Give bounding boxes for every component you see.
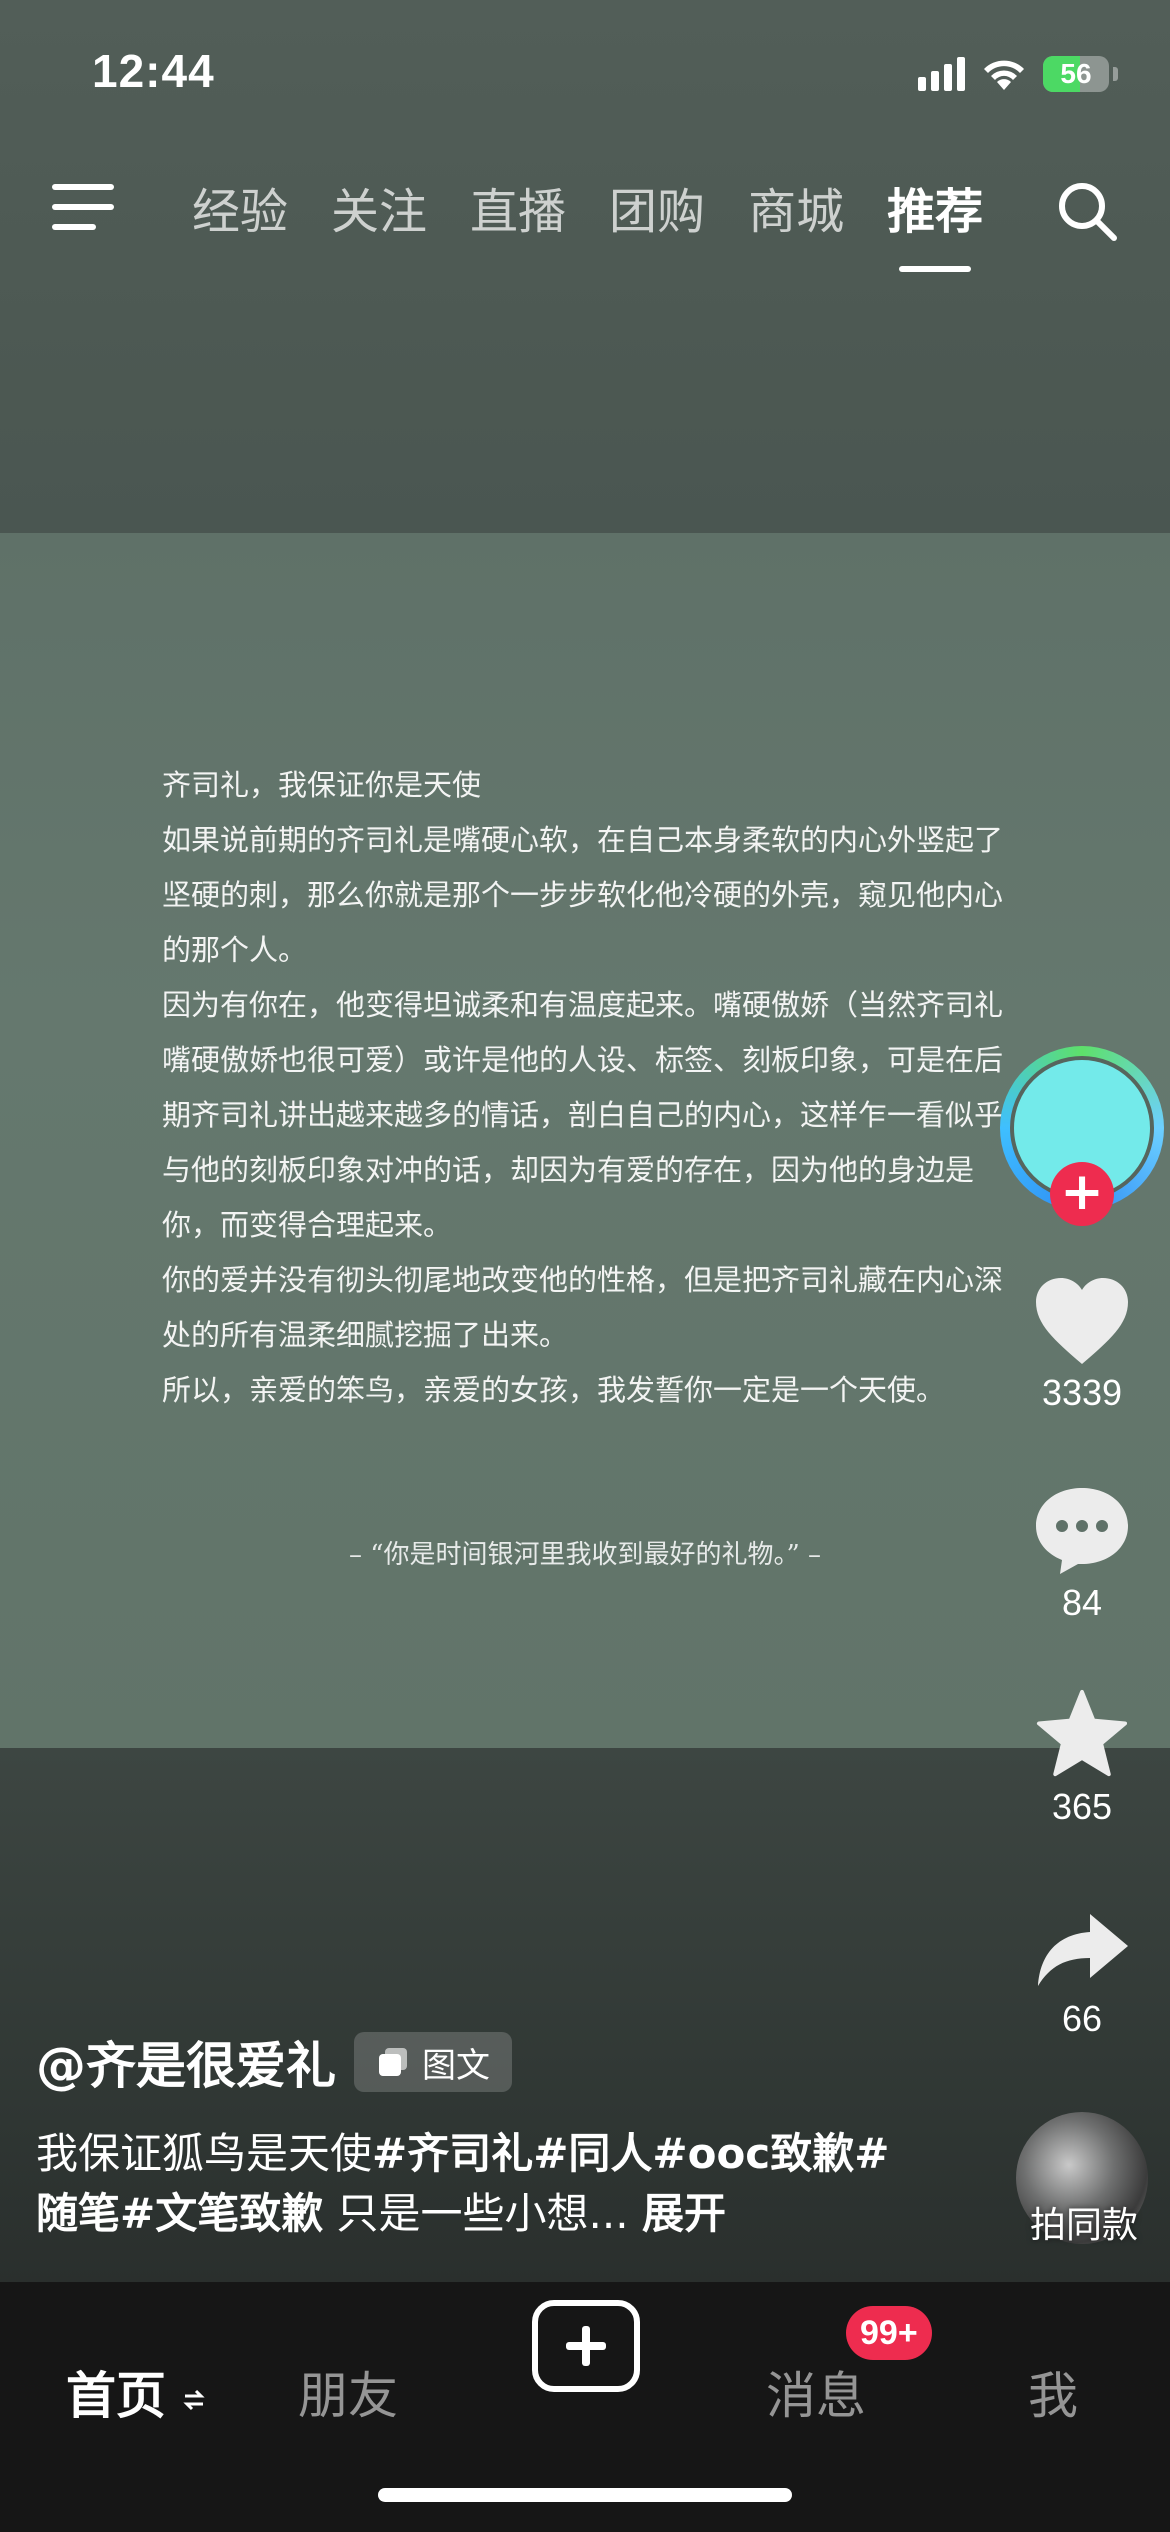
share-icon	[1038, 1914, 1128, 1986]
author-name[interactable]: @齐是很爱礼	[36, 2026, 336, 2098]
nav-messages[interactable]: 消息	[766, 2356, 866, 2428]
favorite-button[interactable]: 365	[1020, 1688, 1144, 1828]
battery-level: 56	[1060, 58, 1092, 89]
nav-home[interactable]: 首页	[66, 2356, 206, 2428]
nav-home-label: 首页	[66, 2367, 166, 2425]
post-paragraph: 齐司礼，我保证你是天使	[162, 768, 482, 802]
share-button[interactable]: 66	[1020, 1908, 1144, 2040]
battery-icon: 56	[1043, 56, 1109, 92]
comment-icon	[1036, 1488, 1128, 1574]
tab-following[interactable]: 关注	[331, 172, 427, 242]
tab-group-buy[interactable]: 团购	[609, 172, 705, 242]
tab-mall[interactable]: 商城	[748, 172, 844, 242]
post-text: 齐司礼，我保证你是天使 如果说前期的齐司礼是嘴硬心软，在自己本身柔软的内心外竖起…	[162, 758, 1012, 1418]
messages-badge: 99+	[846, 2306, 932, 2360]
menu-icon[interactable]	[52, 184, 114, 234]
favorite-count: 365	[1051, 1786, 1113, 1827]
search-icon[interactable]	[1052, 176, 1122, 246]
like-count: 3339	[1041, 1372, 1123, 1413]
nav-me[interactable]: 我	[1028, 2356, 1078, 2428]
tab-recommend[interactable]: 推荐	[887, 172, 983, 242]
tab-live[interactable]: 直播	[470, 172, 566, 242]
author-row: @齐是很爱礼 图文	[36, 2026, 512, 2098]
create-post-button[interactable]	[532, 2300, 640, 2392]
post-paragraph: 因为有你在，他变得坦诚柔和有温度起来。嘴硬傲娇（当然齐司礼嘴硬傲娇也很可爱）或许…	[162, 988, 1004, 1242]
comment-count: 84	[1061, 1582, 1103, 1623]
signal-icon	[918, 57, 965, 91]
expand-link[interactable]: 展开	[642, 2189, 726, 2238]
caption-rest: 只是一些小想...	[323, 2189, 642, 2238]
wifi-icon	[984, 60, 1024, 90]
gallery-icon	[379, 2048, 407, 2076]
image-text-badge: 图文	[354, 2032, 512, 2092]
like-button[interactable]: 3339	[1020, 1276, 1144, 1414]
status-icons: 56	[918, 52, 1118, 96]
swap-icon	[183, 2389, 206, 2410]
home-indicator[interactable]	[378, 2488, 792, 2502]
comment-button[interactable]: 84	[1020, 1484, 1144, 1624]
star-icon	[1036, 1689, 1128, 1777]
follow-plus-button[interactable]: +	[1050, 1162, 1114, 1226]
badge-label: 图文	[422, 2045, 490, 2086]
heart-icon	[1036, 1278, 1128, 1364]
status-time: 12:44	[92, 45, 215, 97]
nav-friends[interactable]: 朋友	[298, 2356, 398, 2428]
tab-experience[interactable]: 经验	[192, 172, 288, 242]
plus-icon	[566, 2326, 606, 2366]
top-tabs: 经验 关注 直播 团购 商城 推荐	[192, 172, 983, 242]
caption-text: 我保证狐鸟是天使	[36, 2129, 373, 2178]
post-paragraph: 所以，亲爱的笨鸟，亲爱的女孩，我发誓你一定是一个天使。	[162, 1373, 946, 1407]
post-caption[interactable]: 我保证狐鸟是天使#齐司礼#同人#ooc致歉#随笔#文笔致歉 只是一些小想... …	[36, 2124, 896, 2244]
post-paragraph: 你的爱并没有彻头彻尾地改变他的性格，但是把齐司礼藏在内心深处的所有温柔细腻挖掘了…	[162, 1263, 1004, 1352]
post-quote: – “你是时间银河里我收到最好的礼物。” –	[348, 1540, 822, 1570]
same-style-label[interactable]: 拍同款	[1000, 2196, 1168, 2248]
post-paragraph: 如果说前期的齐司礼是嘴硬心软，在自己本身柔软的内心外竖起了坚硬的刺，那么你就是那…	[162, 823, 1004, 967]
author-avatar[interactable]: +	[1000, 1046, 1168, 1226]
share-count: 66	[1061, 1998, 1103, 2039]
